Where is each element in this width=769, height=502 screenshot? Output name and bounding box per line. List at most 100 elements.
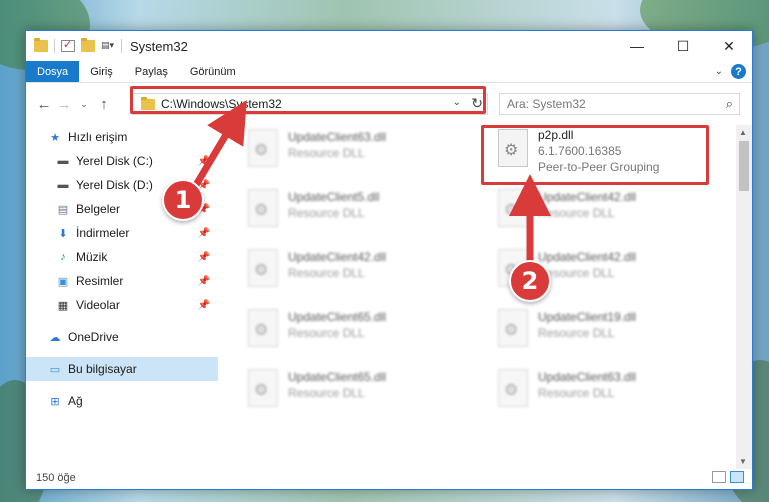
minimize-button[interactable]: — (614, 31, 660, 61)
sidebar-item-label: OneDrive (68, 330, 119, 344)
forward-arrow-icon[interactable]: → (54, 96, 74, 113)
file-highlight-box (481, 125, 709, 185)
recent-locations-chevron-icon[interactable]: ⌄ (74, 99, 94, 110)
status-bar: 150 öğe (26, 467, 752, 489)
close-button[interactable]: ✕ (706, 31, 752, 61)
tiles-view-icon[interactable] (730, 471, 744, 483)
item-count: 150 öğe (36, 472, 76, 484)
pin-icon[interactable]: 📌 (198, 228, 210, 239)
dll-file-icon (248, 309, 278, 347)
quick-access-toolbar: ▤▾ (26, 38, 122, 53)
divider (54, 39, 55, 53)
file-item[interactable]: UpdateClient42.dll Resource DLL (488, 185, 718, 237)
file-item[interactable]: UpdateClient5.dll Resource DLL (238, 185, 468, 237)
expand-ribbon-icon[interactable]: ⌄ (715, 66, 723, 77)
file-type: Resource DLL (288, 266, 365, 280)
sidebar-item-label: Belgeler (76, 202, 121, 216)
properties-icon[interactable] (61, 38, 75, 52)
search-icon: ⌕ (725, 96, 733, 111)
download-icon: ⬇ (58, 227, 68, 240)
sidebar-item-label: İndirmeler (76, 226, 130, 240)
music-icon: ♪ (60, 251, 66, 263)
help-icon[interactable]: ? (731, 64, 746, 79)
file-item[interactable]: UpdateClient63.dll Resource DLL (238, 125, 468, 177)
file-type: Resource DLL (288, 146, 365, 160)
video-icon: ▦ (57, 299, 69, 312)
sidebar-item-videos[interactable]: ▦ Videolar 📌 (26, 293, 218, 317)
file-name: UpdateClient65.dll (288, 370, 387, 384)
sidebar-item-quick-access[interactable]: ★ Hızlı erişim (26, 125, 218, 149)
vertical-scrollbar[interactable]: ▲ ▼ (736, 125, 752, 469)
sidebar-item-network[interactable]: ⊞ Ağ (26, 389, 218, 413)
dll-file-icon (248, 129, 278, 167)
address-highlight-box (130, 86, 486, 114)
tab-share[interactable]: Paylaş (124, 61, 179, 82)
window-controls: — ☐ ✕ (614, 31, 752, 61)
file-item[interactable]: UpdateClient42.dll Resource DLL (238, 245, 468, 297)
sidebar-item-pictures[interactable]: ▣ Resimler 📌 (26, 269, 218, 293)
back-arrow-icon[interactable]: ← (34, 96, 54, 113)
pin-icon[interactable]: 📌 (198, 156, 210, 167)
tab-home[interactable]: Giriş (79, 61, 124, 82)
file-name: UpdateClient65.dll (288, 310, 387, 324)
star-icon: ★ (50, 131, 60, 144)
dll-file-icon (498, 189, 528, 227)
scroll-up-icon[interactable]: ▲ (739, 128, 747, 137)
dll-file-icon (248, 189, 278, 227)
sidebar-item-downloads[interactable]: ⬇ İndirmeler 📌 (26, 221, 218, 245)
folder-icon (34, 38, 48, 52)
cloud-icon: ☁ (49, 331, 61, 344)
file-name: UpdateClient5.dll (288, 190, 380, 204)
sidebar-item-label: Yerel Disk (D:) (76, 178, 153, 192)
tab-view[interactable]: Görünüm (179, 61, 247, 82)
picture-icon: ▣ (57, 275, 69, 288)
maximize-button[interactable]: ☐ (660, 31, 706, 61)
pin-icon[interactable]: 📌 (198, 252, 210, 263)
dll-file-icon (498, 309, 528, 347)
dll-file-icon (248, 249, 278, 287)
computer-icon: ▭ (49, 363, 61, 376)
pin-icon[interactable]: 📌 (198, 276, 210, 287)
network-icon: ⊞ (50, 395, 60, 408)
new-folder-icon[interactable] (81, 38, 95, 52)
drive-icon: ▬ (57, 155, 69, 167)
file-type: Resource DLL (538, 386, 615, 400)
step-badge-1: 1 (162, 179, 204, 221)
navigation-pane: ★ Hızlı erişim ▬ Yerel Disk (C:) 📌 ▬ Yer… (26, 125, 218, 469)
file-type: Resource DLL (288, 206, 365, 220)
sidebar-item-music[interactable]: ♪ Müzik 📌 (26, 245, 218, 269)
file-type: Resource DLL (538, 326, 615, 340)
sidebar-item-label: Yerel Disk (C:) (76, 154, 153, 168)
file-type: Resource DLL (288, 386, 365, 400)
search-input[interactable]: Ara: System32 ⌕ (499, 93, 740, 115)
title-bar: ▤▾ System32 — ☐ ✕ (26, 31, 752, 61)
up-arrow-icon[interactable]: ↑ (94, 96, 114, 113)
sidebar-item-label: Bu bilgisayar (68, 362, 137, 376)
details-view-icon[interactable] (712, 471, 726, 483)
step-badge-2: 2 (509, 260, 551, 302)
file-name: UpdateClient63.dll (288, 130, 387, 144)
tab-file[interactable]: Dosya (26, 61, 80, 82)
scroll-down-icon[interactable]: ▼ (739, 457, 747, 466)
file-item[interactable]: UpdateClient19.dll Resource DLL (488, 305, 718, 357)
file-name: UpdateClient63.dll (538, 370, 637, 384)
sidebar-item-this-pc[interactable]: ▭ Bu bilgisayar (26, 357, 218, 381)
file-type: Resource DLL (538, 206, 615, 220)
sidebar-item-label: Ağ (68, 394, 83, 408)
file-type: Resource DLL (538, 266, 615, 280)
dll-file-icon (498, 369, 528, 407)
file-item[interactable]: UpdateClient63.dll Resource DLL (488, 365, 718, 417)
ribbon-tabs: Dosya Giriş Paylaş Görünüm ⌄ ? (26, 61, 752, 83)
file-item[interactable]: UpdateClient65.dll Resource DLL (238, 365, 468, 417)
sidebar-item-local-disk-c[interactable]: ▬ Yerel Disk (C:) 📌 (26, 149, 218, 173)
sidebar-item-onedrive[interactable]: ☁ OneDrive (26, 325, 218, 349)
dll-file-icon (248, 369, 278, 407)
file-item[interactable]: UpdateClient65.dll Resource DLL (238, 305, 468, 357)
customize-toolbar-icon[interactable]: ▤▾ (101, 40, 115, 52)
file-type: Resource DLL (288, 326, 365, 340)
sidebar-item-label: Videolar (76, 298, 120, 312)
window-title: System32 (130, 38, 188, 54)
file-name: UpdateClient19.dll (538, 310, 637, 324)
scrollbar-thumb[interactable] (739, 141, 749, 191)
pin-icon[interactable]: 📌 (198, 300, 210, 311)
